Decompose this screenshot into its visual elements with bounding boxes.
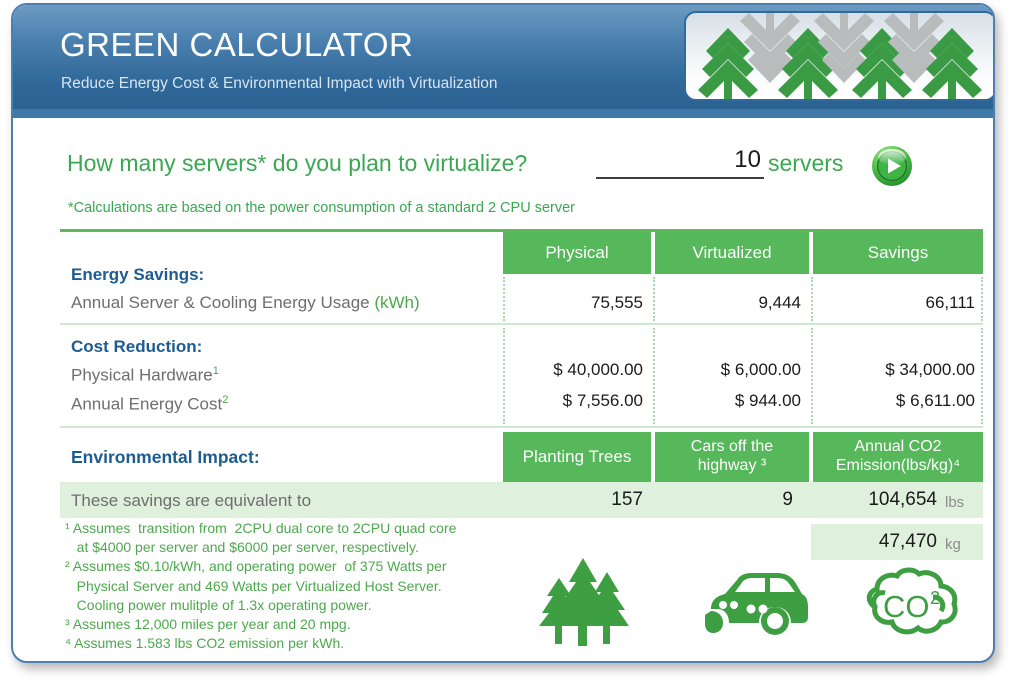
footnotes-block: ¹ Assumes transition from 2CPU dual core…	[65, 519, 525, 653]
trees-arrows-logo	[684, 11, 993, 101]
col-sep-c2	[811, 328, 813, 424]
co2-cloud-icon: CO 2	[847, 567, 965, 648]
unit-kg: kg	[945, 536, 961, 553]
unit-lbs: lbs	[945, 494, 965, 511]
question-label: How many servers* do you plan to virtual…	[67, 150, 528, 176]
green-calculator-page: GREEN CALCULATOR Reduce Energy Cost & En…	[0, 0, 1010, 684]
server-count-input[interactable]: 10	[596, 146, 761, 174]
value-co2-lbs: 104,654	[868, 489, 937, 510]
row-label-physical-hardware: Physical Hardware1	[71, 365, 219, 385]
footnote-line: Cooling power mulitple of 1.3x operating…	[65, 596, 372, 613]
row-label-energy-usage: Annual Server & Cooling Energy Usage (kW…	[71, 293, 420, 312]
column-header-annual-co2: Annual CO2 Emission(lbs/kg)⁴	[813, 432, 983, 482]
equivalent-row-label: These savings are equivalent to	[71, 491, 312, 510]
page-title: GREEN CALCULATOR	[60, 26, 414, 63]
column-header-physical: Physical	[503, 232, 651, 274]
play-button-icon[interactable]	[871, 145, 913, 187]
footnote-line: ² Assumes $0.10/kWh, and operating power…	[65, 558, 447, 575]
col-sep-c1	[811, 277, 813, 321]
value-energy-physical: 75,555	[591, 293, 643, 312]
page-subtitle: Reduce Energy Cost & Environmental Impac…	[61, 75, 498, 92]
column-header-cars-off-highway: Cars off the highway ³	[655, 432, 809, 482]
value-energy-virtualized: 9,444	[758, 293, 801, 312]
value-hardware-savings: $ 34,000.00	[885, 360, 975, 379]
input-underline	[596, 177, 764, 179]
column-header-virtualized: Virtualized	[655, 232, 809, 274]
section-title-environmental-impact: Environmental Impact:	[71, 447, 260, 467]
footnote-line: Physical Server and 469 Watts per Virtua…	[65, 577, 442, 594]
logo-svg	[698, 13, 982, 99]
row-divider-1	[60, 323, 983, 325]
column-header-savings: Savings	[813, 232, 983, 274]
col-sep-b2	[653, 328, 655, 424]
row-label-annual-energy-cost: Annual Energy Cost2	[71, 394, 229, 414]
col-sep-d1	[981, 277, 983, 321]
footnote-line: ³ Assumes 12,000 miles per year and 20 m…	[65, 615, 351, 632]
footnote-line: at $4000 per server and $6000 per server…	[65, 539, 419, 556]
col-sep-b1	[653, 277, 655, 321]
column-header-planting-trees: Planting Trees	[503, 432, 651, 482]
calculator-card: GREEN CALCULATOR Reduce Energy Cost & En…	[11, 3, 995, 663]
servers-unit-label: servers	[768, 150, 844, 176]
value-hardware-physical: $ 40,000.00	[553, 360, 643, 379]
page-header: GREEN CALCULATOR Reduce Energy Cost & En…	[13, 5, 993, 109]
header-bottom-strip	[13, 109, 993, 118]
value-planting-trees: 157	[611, 489, 643, 510]
calculation-note: *Calculations are based on the power con…	[68, 200, 575, 216]
svg-text:2: 2	[930, 588, 940, 608]
svg-text:CO: CO	[883, 589, 930, 624]
value-co2-kg: 47,470	[878, 531, 937, 552]
value-cars-off-highway: 9	[782, 489, 793, 510]
row-divider-2	[60, 426, 983, 428]
value-energycost-savings: $ 6,611.00	[895, 391, 975, 410]
car-icon	[703, 567, 811, 642]
value-energycost-virtualized: $ 944.00	[734, 391, 801, 410]
section-title-energy-savings: Energy Savings:	[71, 265, 205, 284]
footnote-line: ⁴ Assumes 1.583 lbs CO2 emission per kWh…	[65, 635, 345, 652]
col-sep-a1	[503, 277, 505, 321]
col-sep-d2	[981, 328, 983, 424]
col-sep-a2	[503, 328, 505, 424]
value-energycost-physical: $ 7,556.00	[562, 391, 643, 410]
footnote-line: ¹ Assumes transition from 2CPU dual core…	[65, 520, 457, 536]
trees-icon	[529, 552, 637, 652]
value-energy-savings: 66,111	[925, 293, 975, 312]
section-title-cost-reduction: Cost Reduction:	[71, 337, 203, 356]
value-hardware-virtualized: $ 6,000.00	[720, 360, 801, 379]
